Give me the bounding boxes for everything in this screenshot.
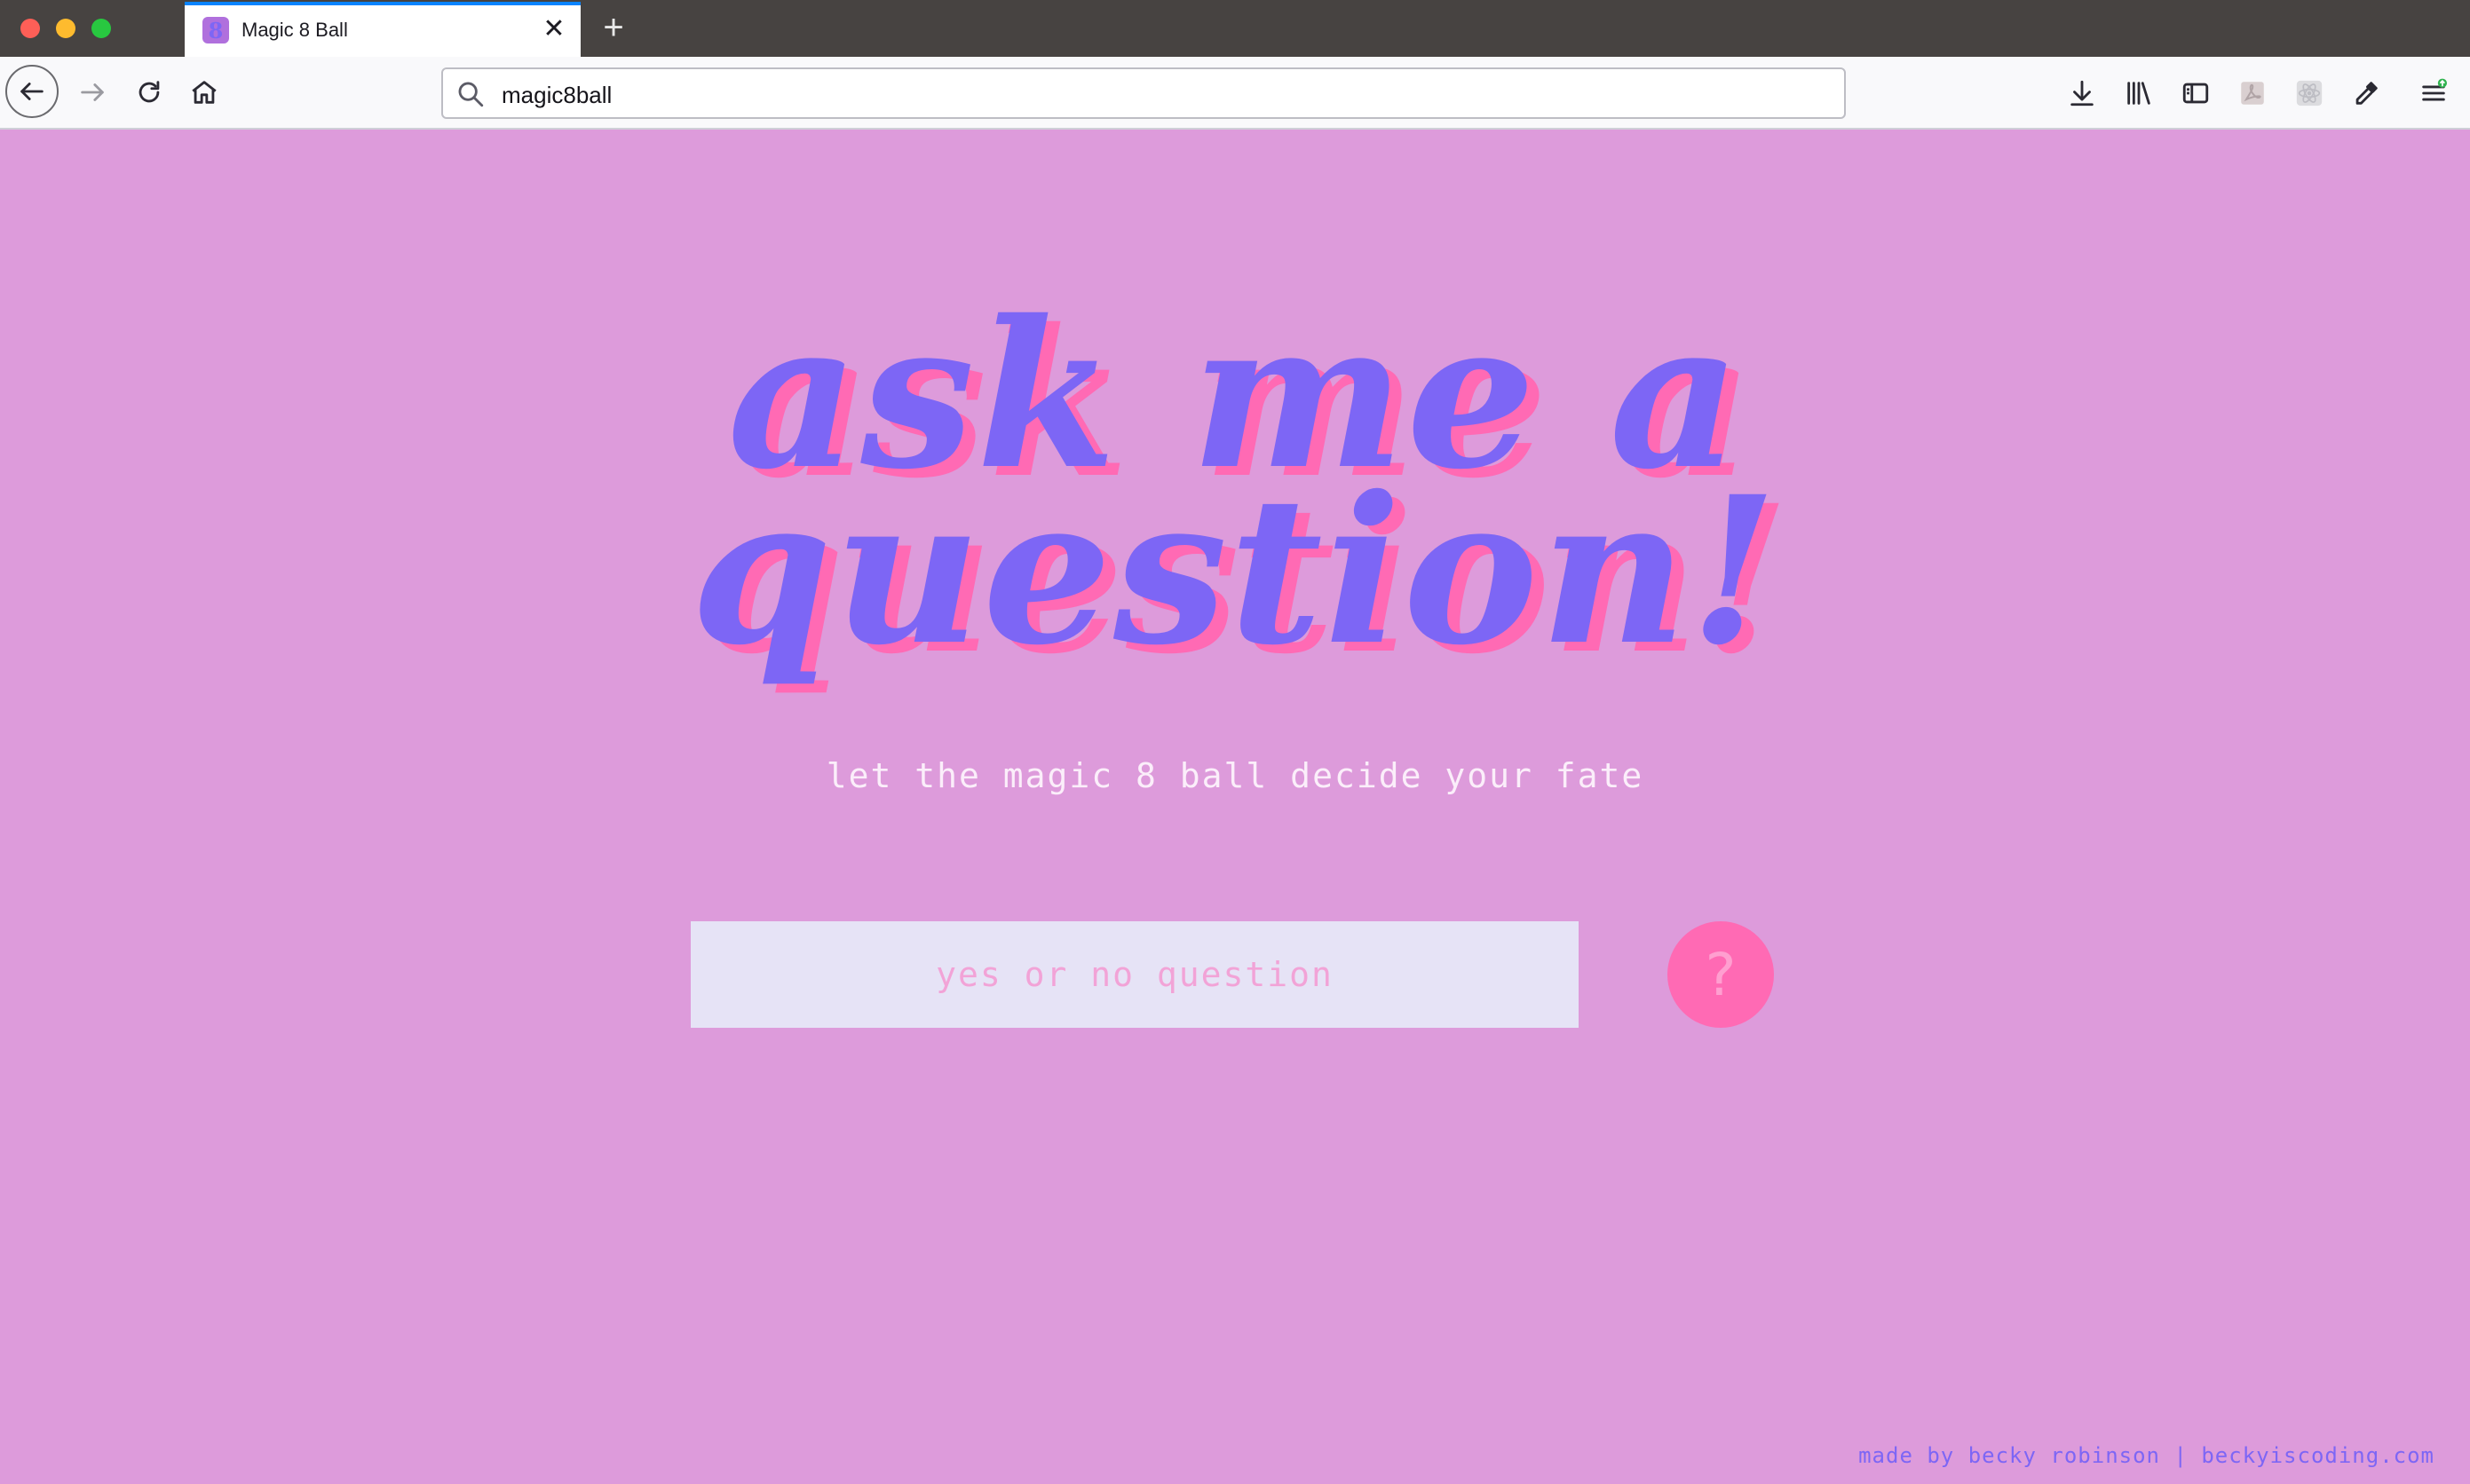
favicon-icon: 8 (202, 17, 229, 43)
downloads-button[interactable] (2062, 73, 2102, 114)
reload-icon (139, 81, 160, 103)
window-close-button[interactable] (20, 19, 40, 38)
close-tab-icon[interactable]: ✕ (540, 14, 568, 43)
react-devtools-button[interactable] (2289, 73, 2330, 114)
new-tab-button[interactable]: + (595, 8, 632, 47)
navigation-toolbar: magic8ball (0, 57, 2470, 130)
page-content: ask me a question! let the magic 8 ball … (0, 130, 2470, 1484)
search-icon (458, 82, 484, 107)
window-maximize-button[interactable] (91, 19, 111, 38)
menu-icon (2422, 78, 2448, 101)
ask-button[interactable]: ? (1667, 921, 1774, 1028)
home-button[interactable] (179, 67, 229, 117)
footer-credits: made by becky robinson | beckyiscoding.c… (1858, 1443, 2434, 1468)
footer-separator: | (2173, 1443, 2188, 1468)
back-button[interactable] (5, 65, 59, 118)
headline: ask me a question! (690, 276, 1780, 690)
library-icon (2127, 82, 2150, 105)
tab-strip: 8 Magic 8 Ball ✕ + (0, 0, 2470, 57)
library-button[interactable] (2118, 73, 2159, 114)
sidebar-icon (2182, 83, 2209, 104)
footer-author: made by becky robinson (1858, 1443, 2160, 1468)
pdf-extension-button[interactable] (2232, 73, 2273, 114)
menu-button[interactable] (2413, 73, 2454, 114)
forward-icon (81, 83, 104, 101)
footer-site-link[interactable]: beckyiscoding.com (2201, 1443, 2434, 1468)
forward-button[interactable] (67, 67, 117, 117)
tab-magic-8-ball[interactable]: 8 Magic 8 Ball ✕ (185, 2, 581, 57)
sidebar-button[interactable] (2175, 73, 2216, 114)
tab-title: Magic 8 Ball (241, 19, 348, 41)
home-icon (192, 81, 217, 104)
reload-button[interactable] (124, 67, 174, 117)
eyedropper-icon (2355, 82, 2378, 105)
url-text: magic8ball (502, 82, 613, 108)
question-input[interactable] (691, 921, 1579, 1028)
pdf-icon (2241, 82, 2264, 105)
address-bar[interactable]: magic8ball (441, 67, 1846, 119)
back-icon (20, 83, 44, 100)
eyedropper-button[interactable] (2346, 73, 2387, 114)
subtitle: let the magic 8 ball decide your fate (826, 756, 1644, 795)
download-icon (2070, 80, 2094, 107)
window-minimize-button[interactable] (56, 19, 75, 38)
react-devtools-icon (2296, 80, 2323, 107)
